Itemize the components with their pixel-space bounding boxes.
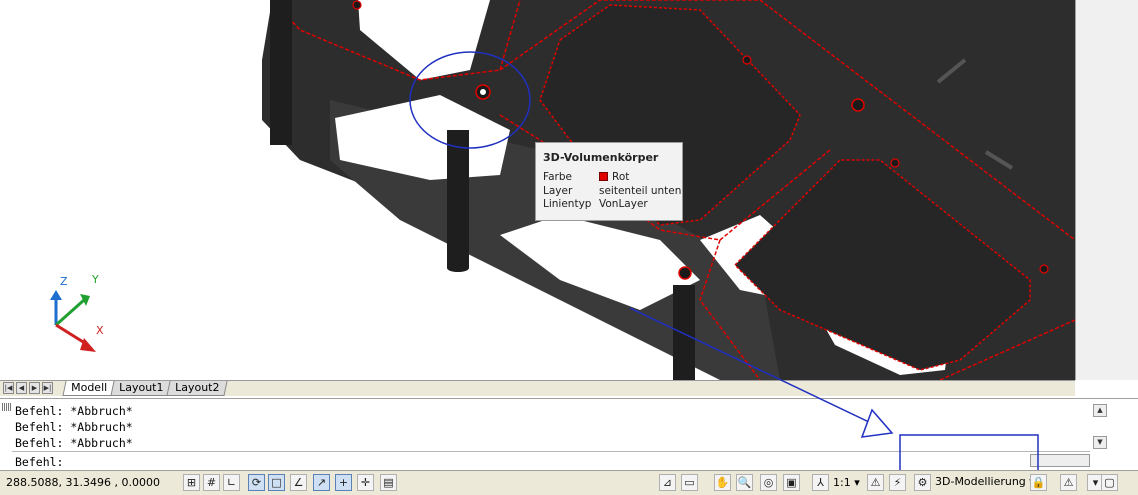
ortho-icon[interactable]: ∟ (223, 474, 240, 491)
workspace-switch[interactable]: 3D-Modellierung ▾ (935, 475, 1035, 488)
layout-view-icon[interactable]: ▭ (681, 474, 698, 491)
object-snap-icon[interactable]: □ (268, 474, 285, 491)
crosshair-icon[interactable]: ✛ (357, 474, 374, 491)
workspace-gear-icon[interactable]: ⚙ (914, 474, 931, 491)
clean-screen-icon[interactable]: ▢ (1101, 474, 1118, 491)
lock-icon[interactable]: 🔒 (1030, 474, 1047, 491)
lineweight-icon[interactable]: + (335, 474, 352, 491)
steering-wheel-icon[interactable]: ◎ (760, 474, 777, 491)
hardware-acceleration-icon[interactable]: ⚠ (1060, 474, 1077, 491)
grid-icon[interactable]: # (203, 474, 220, 491)
quick-properties-icon[interactable]: ▤ (380, 474, 397, 491)
model-space-icon[interactable]: ⊿ (659, 474, 676, 491)
annotation-scale[interactable]: 1:1 ▾ (833, 476, 860, 489)
status-bar: 288.5088, 31.3496 , 0.0000 ⊞ # ∟ ⟳ □ ∠ ↗… (0, 470, 1138, 495)
auto-scale-icon[interactable]: ⚡ (889, 474, 906, 491)
polar-tracking-icon[interactable]: ⟳ (248, 474, 265, 491)
annotation-scale-icon[interactable]: ⅄ (812, 474, 829, 491)
coordinate-readout: 288.5088, 31.3496 , 0.0000 (6, 476, 160, 489)
pan-icon[interactable]: ✋ (714, 474, 731, 491)
annotation-visibility-icon[interactable]: ⚠ (867, 474, 884, 491)
infer-constraints-icon[interactable]: ⊞ (183, 474, 200, 491)
zoom-icon[interactable]: 🔍 (736, 474, 753, 491)
showmotion-icon[interactable]: ▣ (783, 474, 800, 491)
dynamic-input-icon[interactable]: ↗ (313, 474, 330, 491)
annotation-overlay (629, 307, 1039, 494)
dynamic-ucs-icon[interactable]: ∠ (290, 474, 307, 491)
